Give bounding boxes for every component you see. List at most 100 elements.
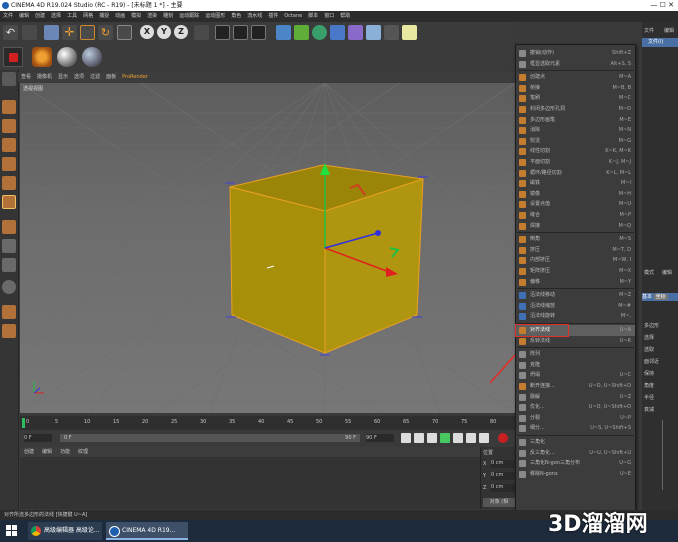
snap-icon[interactable] (2, 280, 16, 294)
windows-start-icon[interactable] (6, 525, 17, 536)
menu-item-remove-ngons[interactable]: 移除N-gons U~E (516, 469, 635, 480)
menu-pipeline[interactable]: 流水线 (247, 13, 262, 19)
perspective-viewport[interactable]: 透视视图 (20, 83, 515, 413)
menu-item-frame[interactable]: 框显选取元素 Alt+S, S (516, 59, 635, 70)
render-view-icon[interactable] (215, 25, 230, 40)
polygons-mode-icon[interactable] (2, 195, 16, 209)
menu-item-inner-extrude[interactable]: 内部挤压 M~W, I (516, 255, 635, 266)
menu-item-untriangulate[interactable]: 反三角化... U~U, U~Shift+U (516, 448, 635, 459)
menu-item-reverse-normals[interactable]: 反转法线 U~R (516, 336, 635, 347)
menu-mograph[interactable]: 运动图形 (205, 13, 225, 19)
z-axis-lock-button[interactable]: Z (174, 25, 188, 39)
menu-item-close-hole[interactable]: 封闭多边形孔洞 M~D (516, 104, 635, 115)
octane-hdri-icon[interactable] (82, 47, 102, 67)
record-icon[interactable] (498, 433, 508, 443)
coord-y-field[interactable]: 0 cm (491, 472, 515, 480)
light-icon[interactable] (402, 25, 417, 40)
coord-x-field[interactable]: 0 cm (491, 460, 515, 468)
symmetry-icon[interactable] (2, 324, 16, 338)
mat-menu-create[interactable]: 创建 (24, 449, 34, 455)
timeline-playhead[interactable] (22, 418, 25, 428)
menu-item-line-cut[interactable]: 线性切割 K~K, M~K (516, 146, 635, 157)
menu-item-matrix-extrude[interactable]: 矩阵挤压 M~X (516, 266, 635, 277)
octane-live-viewer-button[interactable] (3, 47, 23, 67)
scale-tool-icon[interactable] (80, 25, 95, 40)
next-frame-icon[interactable] (453, 433, 463, 443)
menu-item-normal-rotate[interactable]: 沿法线旋转 M~, (516, 311, 635, 322)
undo-icon[interactable]: ↶ (3, 25, 18, 40)
move-tool-icon[interactable]: ✛ (62, 25, 77, 40)
menu-octane[interactable]: Octane (284, 13, 302, 19)
object-manager-item[interactable]: 文件(I) (642, 38, 678, 47)
timeline[interactable]: 0 5 10 15 20 25 30 35 40 45 50 55 60 65 … (20, 416, 515, 430)
coord-z-field[interactable]: 0 cm (491, 484, 515, 492)
workplane-mode-icon[interactable] (2, 138, 16, 152)
subdivision-surface-icon[interactable] (294, 25, 309, 40)
menu-edit[interactable]: 编辑 (19, 13, 29, 19)
menu-plugins[interactable]: 插件 (268, 13, 278, 19)
deformer-icon[interactable] (330, 25, 345, 40)
viewport-solo-icon[interactable] (2, 258, 16, 272)
menu-item-triangulate[interactable]: 三角化 (516, 437, 635, 448)
menu-item-bridge[interactable]: 桥接 M~B, B (516, 83, 635, 94)
model-mode-icon[interactable] (2, 100, 16, 114)
vp-menu-filter[interactable]: 过滤 (90, 74, 100, 80)
menu-item-ngon[interactable]: 三角化N-gon三角分布 U~G (516, 458, 635, 469)
enable-axis-icon[interactable] (2, 220, 16, 234)
context-menu[interactable]: 撤销(动作) Shift+Z 框显选取元素 Alt+S, S 创建点 M~A 桥接 M~B, … (515, 44, 636, 518)
menu-select[interactable]: 选择 (51, 13, 61, 19)
end-frame-field[interactable]: 90 F (366, 434, 394, 442)
menu-script[interactable]: 脚本 (308, 13, 318, 19)
menu-item-undo[interactable]: 撤销(动作) Shift+Z (516, 48, 635, 59)
cloner-icon[interactable] (312, 25, 327, 40)
mat-menu-edit[interactable]: 编辑 (42, 449, 52, 455)
vp-menu-view[interactable]: 查看 (21, 74, 31, 80)
previous-key-icon[interactable] (414, 433, 424, 443)
menu-file[interactable]: 文件 (3, 13, 13, 19)
menu-character[interactable]: 角色 (231, 13, 241, 19)
x-axis-lock-button[interactable]: X (140, 25, 154, 39)
menu-simulate[interactable]: 模拟 (131, 13, 141, 19)
octane-daylight-icon[interactable] (57, 47, 77, 67)
edges-mode-icon[interactable] (2, 176, 16, 190)
tweak-mode-icon[interactable] (2, 239, 16, 253)
go-to-start-icon[interactable] (401, 433, 411, 443)
menu-item-normal-move[interactable]: 沿法线移动 M~Z (516, 290, 635, 301)
menu-item-clone[interactable]: 克隆 (516, 360, 635, 371)
play-icon[interactable] (440, 433, 450, 443)
points-mode-icon[interactable] (2, 157, 16, 171)
object-tab-edit[interactable]: 编辑 (664, 27, 674, 34)
vp-menu-cameras[interactable]: 摄像机 (37, 74, 52, 80)
menu-item-subdivide[interactable]: 细分... U~S, U~Shift+S (516, 423, 635, 434)
previous-frame-icon[interactable] (427, 433, 437, 443)
menu-item-magnet[interactable]: 磁铁 M~I (516, 178, 635, 189)
mat-menu-texture[interactable]: 纹理 (78, 449, 88, 455)
vp-menu-options[interactable]: 选项 (74, 74, 84, 80)
render-settings-icon[interactable] (251, 25, 266, 40)
menu-item-melt[interactable]: 融解 U~Z (516, 392, 635, 403)
cube-object[interactable] (229, 164, 424, 354)
menu-item-set-point[interactable]: 设置点值 M~U (516, 199, 635, 210)
object-tab-file[interactable]: 文件 (644, 27, 654, 34)
menu-tools[interactable]: 工具 (67, 13, 77, 19)
menu-item-brush[interactable]: 笔刷 M~C (516, 93, 635, 104)
cube-object-icon[interactable] (276, 25, 291, 40)
menu-item-disconnect[interactable]: 断开连接... U~D, U~Shift+D (516, 381, 635, 392)
menu-item-align-normals[interactable]: 对齐法线 U~A (515, 324, 635, 337)
frame-range-slider[interactable]: 0 F 90 F (60, 434, 360, 442)
vp-menu-display[interactable]: 显示 (58, 74, 68, 80)
coordinate-system-icon[interactable] (194, 25, 209, 40)
go-to-end-icon[interactable] (479, 433, 489, 443)
menu-mesh[interactable]: 网格 (83, 13, 93, 19)
menu-item-loop-cut[interactable]: 循环/路径切割 K~L, M~L (516, 168, 635, 179)
recent-tool-icon[interactable] (117, 25, 132, 40)
menu-item-plane-cut[interactable]: 平面切割 K~J, M~J (516, 157, 635, 168)
environment-icon[interactable] (348, 25, 363, 40)
menu-window[interactable]: 窗口 (324, 13, 334, 19)
make-editable-icon[interactable] (2, 72, 16, 86)
menu-animate[interactable]: 动画 (115, 13, 125, 19)
menu-sculpt[interactable]: 雕刻 (163, 13, 173, 19)
menu-item-create-point[interactable]: 创建点 M~A (516, 72, 635, 83)
octane-material-icon[interactable] (32, 47, 52, 67)
window-controls[interactable]: — ☐ ✕ (650, 0, 674, 11)
